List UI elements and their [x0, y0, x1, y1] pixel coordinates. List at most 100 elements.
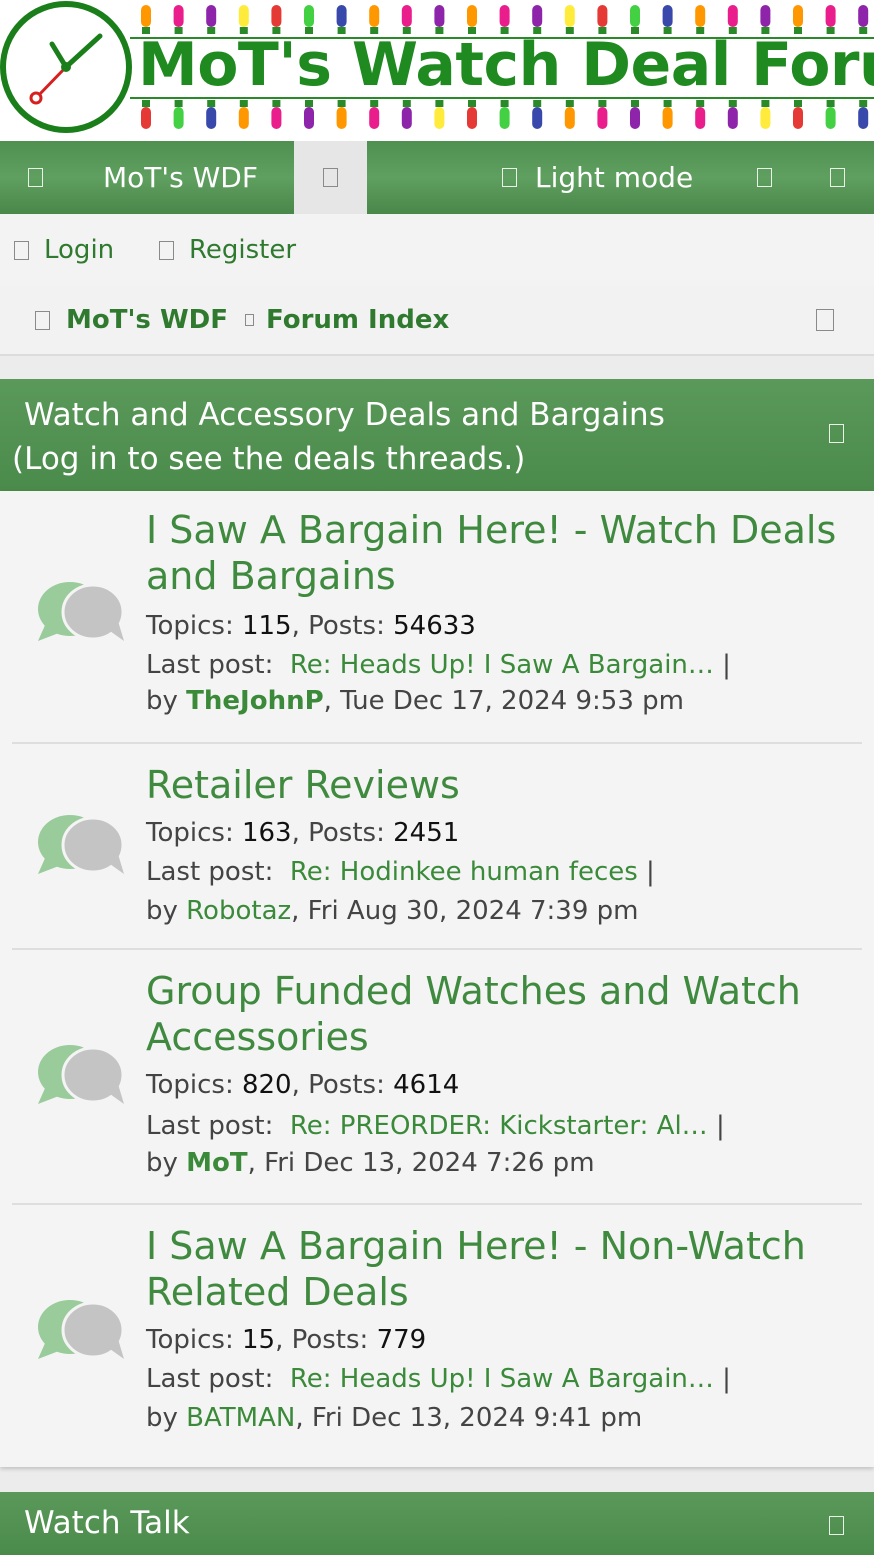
light-bulb: [467, 107, 477, 129]
posts-label: Posts:: [308, 818, 385, 848]
category-header[interactable]: Watch and Accessory Deals and Bargains (…: [0, 379, 874, 491]
nav-home-label: MoT's WDF: [103, 161, 258, 194]
light-bulb: [760, 107, 771, 129]
light-bulb: [727, 107, 738, 129]
forum-title-link[interactable]: I Saw A Bargain Here! - Non-Watch Relate…: [146, 1223, 846, 1315]
light-bulb: [336, 5, 347, 27]
light-bulb: [630, 5, 640, 27]
category-title-line1: Watch and Accessory Deals and Bargains: [24, 397, 665, 433]
author-link[interactable]: MoT: [186, 1148, 247, 1178]
last-post-date: , Fri Dec 13, 2024 9:41 pm: [295, 1403, 643, 1433]
last-post-label: Last post:: [146, 1111, 274, 1141]
category-header[interactable]: Watch Talk: [0, 1492, 874, 1555]
light-bulb: [564, 5, 575, 27]
breadcrumb-forum-index[interactable]: Forum Index: [266, 286, 449, 354]
forum-row: I Saw A Bargain Here! - Watch Deals and …: [12, 491, 862, 743]
light-bulb: [532, 107, 543, 129]
light-bulb: [564, 107, 575, 129]
light-bulb: [271, 5, 282, 27]
posts-count: 4614: [393, 1070, 460, 1100]
light-bulb: [760, 5, 771, 27]
topics-label: Topics:: [146, 1325, 234, 1355]
topics-count: 115: [241, 611, 292, 641]
light-bulb: [597, 107, 608, 129]
last-post-date: , Tue Dec 17, 2024 9:53 pm: [323, 686, 684, 716]
sun-icon: [502, 168, 517, 187]
light-bulb: [434, 5, 445, 27]
collapse-toggle-icon[interactable]: [829, 424, 844, 443]
posts-label: Posts:: [308, 1070, 385, 1100]
site-title[interactable]: MoT's Watch Deal Forum: [138, 30, 874, 100]
forum-stats: Topics: 15, Posts: 779: [146, 1325, 427, 1355]
site-logo-clock-icon[interactable]: [0, 0, 140, 141]
last-post-link[interactable]: Re: PREORDER: Kickstarter: Al…: [290, 1111, 708, 1141]
register-link[interactable]: Register: [159, 214, 296, 286]
forum-read-icon: [38, 815, 125, 874]
breadcrumb: MoT's WDF Forum Index: [0, 286, 874, 356]
light-bulb: [173, 5, 184, 27]
forum-read-icon: [38, 582, 125, 641]
light-bulb: [532, 5, 543, 27]
notifications-button[interactable]: [757, 141, 772, 214]
breadcrumb-search-button[interactable]: [816, 286, 834, 354]
last-post-date: , Fri Dec 13, 2024 7:26 pm: [247, 1148, 595, 1178]
by-label: by: [146, 1403, 178, 1433]
nav-home-link[interactable]: MoT's WDF: [103, 141, 258, 214]
bars-icon: [28, 168, 43, 187]
light-mode-toggle[interactable]: Light mode: [502, 141, 693, 214]
last-post: Last post: Re: Heads Up! I Saw A Bargain…: [146, 650, 731, 680]
light-bulb: [825, 107, 836, 129]
light-bulb: [336, 107, 347, 129]
posts-count: 779: [376, 1325, 427, 1355]
user-plus-icon: [159, 240, 174, 260]
last-post-link[interactable]: Re: Heads Up! I Saw A Bargain…: [290, 650, 714, 680]
forum-title-link[interactable]: Retailer Reviews: [146, 762, 846, 808]
messages-button[interactable]: [830, 141, 845, 214]
forum-read-icon: [38, 1300, 125, 1359]
light-bulb: [173, 107, 184, 129]
top-nav-bar: MoT's WDF Light mode: [0, 141, 874, 214]
posts-count: 54633: [393, 611, 476, 641]
author-link[interactable]: BATMAN: [186, 1403, 295, 1433]
posts-label: Posts:: [308, 611, 385, 641]
last-post-link[interactable]: Re: Hodinkee human feces: [290, 857, 638, 887]
light-bulb: [238, 5, 249, 27]
light-bulb: [499, 107, 510, 129]
light-bulb: [304, 107, 314, 129]
posts-count: 2451: [393, 818, 460, 848]
light-bulb: [271, 107, 282, 129]
author-link[interactable]: Robotaz: [186, 896, 291, 926]
forum-row: Retailer Reviews Topics: 163, Posts: 245…: [12, 744, 862, 948]
light-bulb: [206, 5, 217, 27]
nav-search-button[interactable]: [294, 141, 367, 214]
light-bulb: [662, 5, 673, 27]
light-bulb: [369, 107, 380, 129]
light-bulb: [793, 5, 803, 27]
author-link[interactable]: TheJohnP: [186, 686, 324, 716]
topics-label: Topics:: [146, 611, 234, 641]
forum-stats: Topics: 115, Posts: 54633: [146, 611, 476, 641]
last-post-link[interactable]: Re: Heads Up! I Saw A Bargain…: [290, 1364, 714, 1394]
light-bulb: [662, 107, 673, 129]
forum-stats: Topics: 820, Posts: 4614: [146, 1070, 460, 1100]
light-bulb: [141, 107, 151, 129]
search-icon: [323, 168, 338, 187]
last-post-author-line: by Robotaz, Fri Aug 30, 2024 7:39 pm: [146, 892, 846, 930]
register-label: Register: [189, 235, 297, 265]
light-bulb: [727, 5, 738, 27]
forum-list: I Saw A Bargain Here! - Watch Deals and …: [0, 491, 874, 1467]
forum-title-link[interactable]: I Saw A Bargain Here! - Watch Deals and …: [146, 507, 846, 599]
last-post-label: Last post:: [146, 857, 274, 887]
collapse-toggle-icon[interactable]: [829, 1516, 844, 1535]
menu-button[interactable]: [28, 141, 43, 214]
login-link[interactable]: Login: [14, 214, 114, 286]
breadcrumb-home[interactable]: MoT's WDF: [35, 286, 228, 354]
last-post-date: , Fri Aug 30, 2024 7:39 pm: [291, 896, 639, 926]
envelope-icon: [830, 168, 845, 187]
site-header-banner: MoT's Watch Deal Forum: [0, 0, 874, 141]
forum-read-icon: [38, 1045, 125, 1104]
light-bulb: [467, 5, 477, 27]
light-bulb: [206, 107, 217, 129]
power-icon: [14, 240, 29, 260]
forum-title-link[interactable]: Group Funded Watches and Watch Accessori…: [146, 968, 846, 1060]
